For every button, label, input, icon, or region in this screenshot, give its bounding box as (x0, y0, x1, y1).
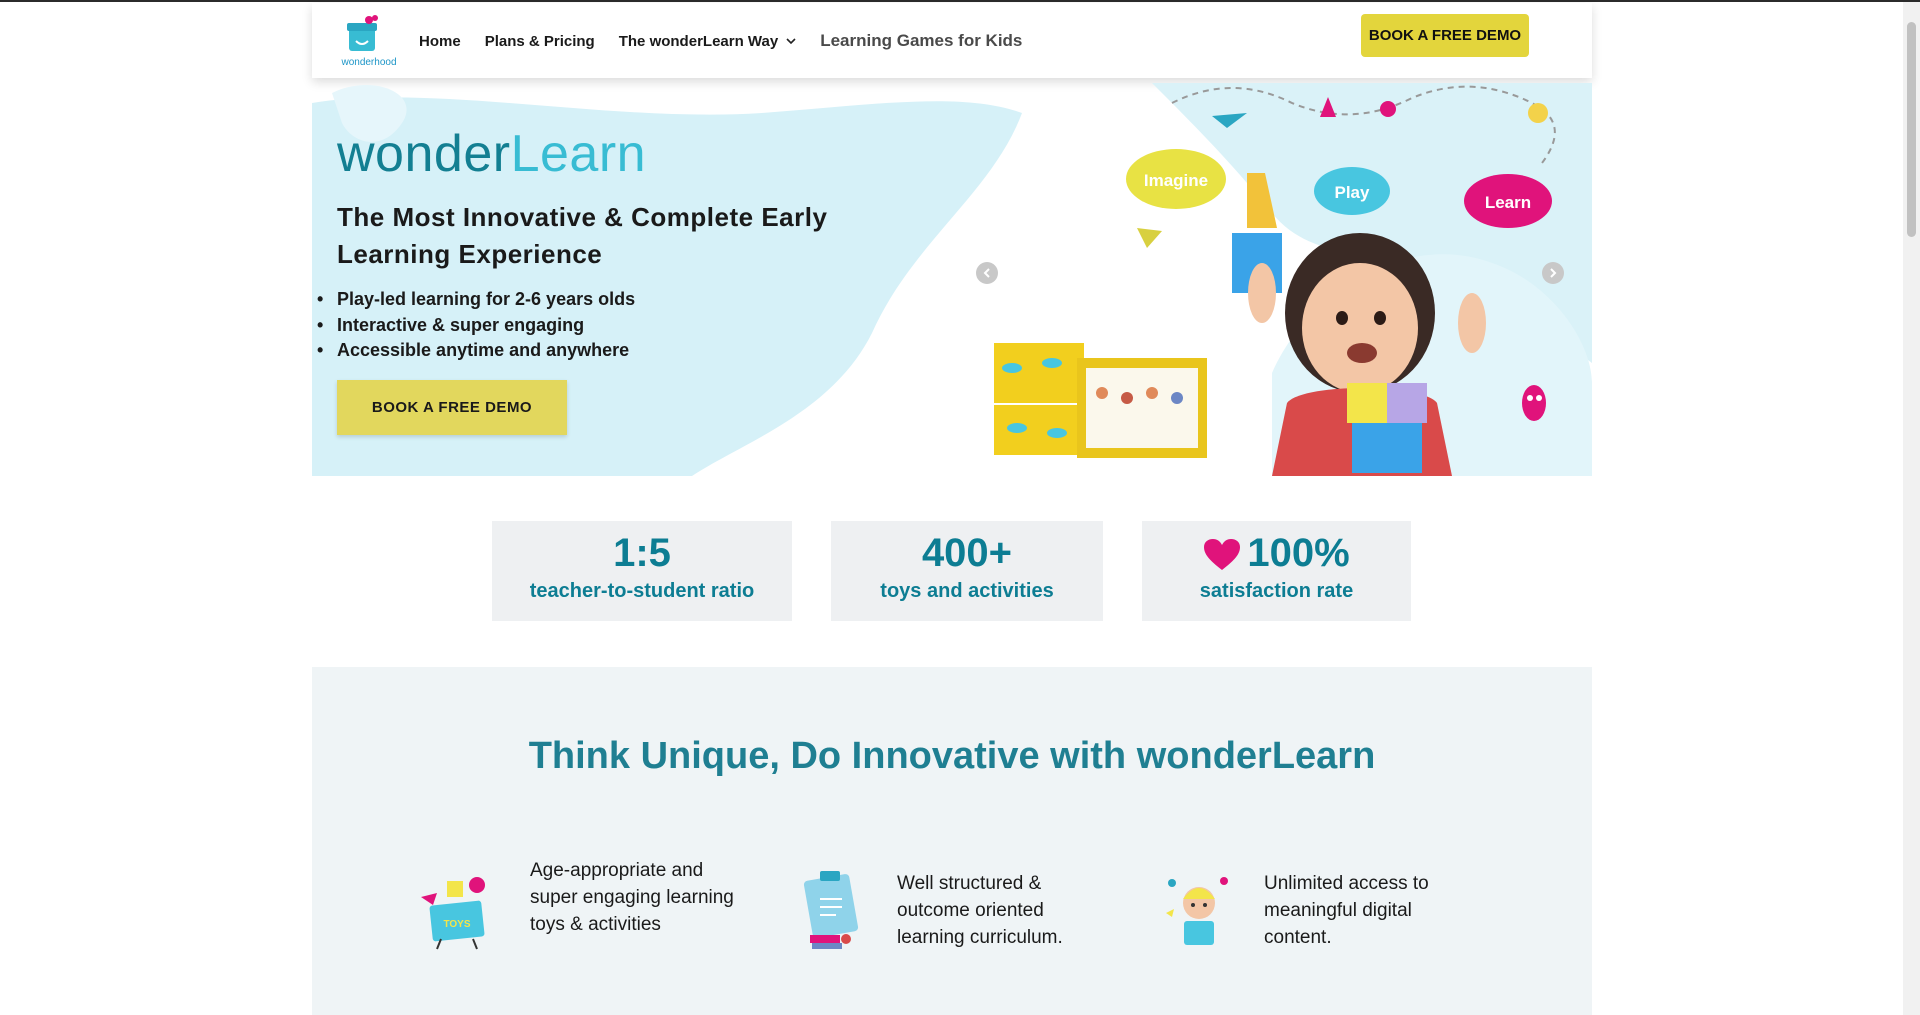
stat-card-ratio: 1:5 teacher-to-student ratio (492, 521, 792, 621)
play-cloud: Play (1314, 167, 1390, 215)
stat-card-satisfaction: 100% satisfaction rate (1142, 521, 1411, 621)
hero-subtitle: The Most Innovative & Complete Early Lea… (337, 202, 828, 269)
toys-box-icon: TOYS (421, 877, 485, 950)
hero-bullet-list: Play-led learning for 2-6 years olds Int… (317, 287, 635, 364)
book-demo-header-button[interactable]: BOOK A FREE DEMO (1361, 14, 1529, 57)
stat-label: satisfaction rate (1199, 580, 1354, 602)
hero-bullet: Accessible anytime and anywhere (317, 338, 635, 364)
feature-text: Well structured & outcome oriented learn… (897, 873, 1063, 948)
kid-laptop-icon (1166, 877, 1228, 945)
cloud-label-learn: Learn (1485, 193, 1531, 212)
hero-bullet: Play-led learning for 2-6 years olds (317, 287, 635, 313)
stat-label: teacher-to-student ratio (529, 580, 755, 602)
carousel-prev-arrow[interactable] (976, 262, 998, 284)
heart-icon (1204, 539, 1241, 571)
chevron-down-icon (786, 38, 796, 45)
stat-number: 100% (1247, 531, 1350, 575)
hero-bullet: Interactive & super engaging (317, 313, 635, 339)
book-demo-hero-button[interactable]: BOOK A FREE DEMO (337, 380, 567, 435)
hero-title-wonder: wonder (337, 125, 511, 183)
nav-wonderlearn-way-label: The wonderLearn Way (618, 32, 779, 50)
pink-monster-toy-image (1522, 385, 1546, 421)
stat-card-toys: 400+ toys and activities (831, 521, 1103, 621)
logo-wordmark: wonderhood (341, 57, 397, 68)
nav-wonderlearn-way[interactable]: The wonderLearn Way (619, 33, 796, 50)
nav-learning-games[interactable]: Learning Games for Kids (820, 31, 1022, 51)
wonderhood-logo[interactable]: wonderhood (339, 13, 397, 71)
learn-cloud: Learn (1464, 174, 1552, 228)
gift-box-logo-icon (347, 15, 378, 51)
chevron-right-icon (1550, 268, 1557, 278)
features-section-title: Think Unique, Do Innovative with wonderL… (528, 735, 1376, 777)
feature-text: Age-appropriate and super engaging learn… (530, 860, 734, 935)
stat-number: 400+ (921, 531, 1013, 575)
carousel-next-arrow[interactable] (1542, 262, 1564, 284)
nav-home[interactable]: Home (419, 33, 461, 50)
hero-section: Imagine Play Learn wonderLearn The Most … (312, 83, 1592, 476)
site-header: wonderhood Home Plans & Pricing The wond… (312, 3, 1592, 78)
stat-number-row: 100% (1142, 530, 1411, 576)
scrollbar-thumb[interactable] (1907, 22, 1916, 237)
page-scrollbar[interactable] (1903, 2, 1920, 1015)
hero-title-learn: Learn (510, 125, 647, 183)
main-nav: Home Plans & Pricing The wonderLearn Way… (419, 31, 1046, 51)
features-section: Think Unique, Do Innovative with wonderL… (312, 667, 1592, 1015)
imagine-cloud: Imagine (1126, 149, 1226, 209)
feature-text: Unlimited access to meaningful digital c… (1264, 873, 1429, 948)
window-top-border (0, 0, 1920, 2)
stat-number: 1:5 (613, 531, 671, 575)
cloud-label-imagine: Imagine (1144, 171, 1208, 190)
clipboard-icon (803, 871, 859, 949)
nav-plans-pricing[interactable]: Plans & Pricing (485, 33, 595, 50)
hero-title: wonderLearn (337, 124, 646, 184)
chevron-left-icon (983, 268, 990, 278)
cloud-label-play: Play (1335, 183, 1371, 202)
toys-box-label: TOYS (443, 919, 470, 930)
stat-label: toys and activities (880, 580, 1054, 602)
